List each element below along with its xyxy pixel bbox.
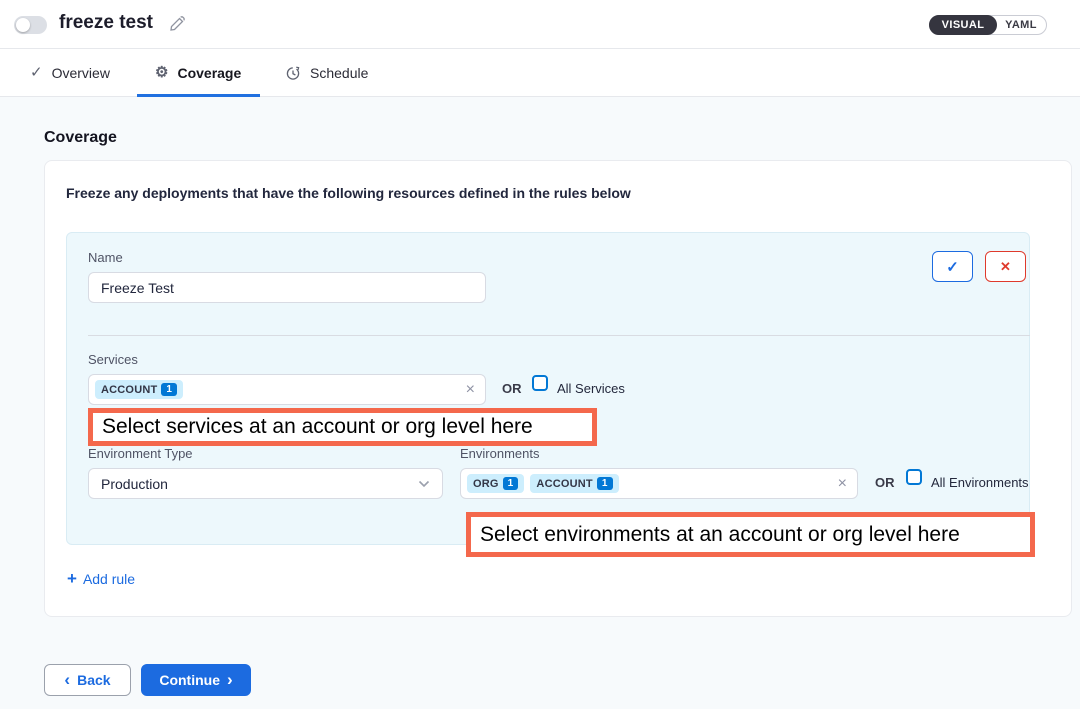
environments-tag-org[interactable]: ORG 1 <box>467 474 524 493</box>
tag-count-badge: 1 <box>597 477 613 490</box>
add-rule-label: Add rule <box>83 571 135 587</box>
all-environments-checkbox[interactable] <box>906 469 922 485</box>
environments-clear-icon[interactable]: × <box>838 476 847 492</box>
visual-yaml-toggle: VISUAL YAML <box>929 15 1047 35</box>
services-clear-icon[interactable]: × <box>466 382 475 398</box>
services-multiselect[interactable]: ACCOUNT 1 × <box>88 374 486 405</box>
top-bar: freeze test VISUAL YAML <box>0 0 1080 49</box>
page-title: Coverage <box>44 129 117 147</box>
tag-text: ORG <box>473 478 499 490</box>
environments-label: Environments <box>460 446 539 461</box>
name-input[interactable] <box>88 272 486 303</box>
back-button[interactable]: ‹ Back <box>44 664 131 696</box>
tag-text: ACCOUNT <box>536 478 592 490</box>
tab-schedule[interactable]: Schedule <box>285 49 368 96</box>
check-icon: ✓ <box>30 65 43 80</box>
all-environments-label: All Environments <box>931 475 1029 490</box>
visual-mode-button[interactable]: VISUAL <box>929 15 997 35</box>
freeze-studio-page: freeze test VISUAL YAML ✓ Overview ⚙ Cov… <box>0 0 1080 709</box>
tab-bar: ✓ Overview ⚙ Coverage Schedule <box>0 49 1080 97</box>
continue-label: Continue <box>159 672 220 688</box>
services-tag-account[interactable]: ACCOUNT 1 <box>95 380 183 399</box>
continue-button[interactable]: Continue › <box>141 664 251 696</box>
confirm-rule-button[interactable]: ✓ <box>932 251 973 282</box>
check-icon: ✓ <box>946 258 959 276</box>
tag-count-badge: 1 <box>161 383 177 396</box>
plus-icon: + <box>67 570 77 587</box>
services-or-label: OR <box>502 381 522 396</box>
back-label: Back <box>77 672 110 688</box>
add-rule-button[interactable]: + Add rule <box>67 570 135 587</box>
panel-divider <box>88 335 1030 336</box>
tag-count-badge: 1 <box>503 477 519 490</box>
schedule-clock-icon <box>285 65 301 81</box>
chevron-left-icon: ‹ <box>64 671 70 688</box>
tab-coverage[interactable]: ⚙ Coverage <box>155 49 241 96</box>
all-services-checkbox[interactable] <box>532 375 548 391</box>
environments-annotation: Select environments at an account or org… <box>466 512 1035 557</box>
services-annotation: Select services at an account or org lev… <box>88 408 597 446</box>
tab-overview-label: Overview <box>52 65 110 81</box>
chevron-down-icon <box>418 480 430 488</box>
environment-type-select[interactable]: Production <box>88 468 443 499</box>
freeze-enabled-toggle[interactable] <box>14 16 47 34</box>
freeze-title: freeze test <box>59 12 153 34</box>
environments-or-label: OR <box>875 475 895 490</box>
tab-schedule-label: Schedule <box>310 65 368 81</box>
chevron-right-icon: › <box>227 671 233 688</box>
all-services-label: All Services <box>557 381 625 396</box>
toggle-knob-icon <box>16 18 30 32</box>
cancel-rule-button[interactable]: ✕ <box>985 251 1026 282</box>
name-label: Name <box>88 250 123 265</box>
coverage-card-intro: Freeze any deployments that have the fol… <box>66 185 631 201</box>
edit-pencil-icon[interactable] <box>168 15 186 33</box>
environments-tag-account[interactable]: ACCOUNT 1 <box>530 474 618 493</box>
tab-coverage-label: Coverage <box>177 65 241 81</box>
environment-type-value: Production <box>101 476 168 492</box>
gear-icon: ⚙ <box>155 65 168 80</box>
active-tab-underline <box>137 94 260 97</box>
yaml-mode-button[interactable]: YAML <box>996 16 1046 34</box>
environments-multiselect[interactable]: ORG 1 ACCOUNT 1 × <box>460 468 858 499</box>
services-label: Services <box>88 352 138 367</box>
tag-text: ACCOUNT <box>101 384 157 396</box>
environment-type-label: Environment Type <box>88 446 193 461</box>
close-icon: ✕ <box>1000 259 1011 275</box>
tab-overview[interactable]: ✓ Overview <box>30 49 110 96</box>
